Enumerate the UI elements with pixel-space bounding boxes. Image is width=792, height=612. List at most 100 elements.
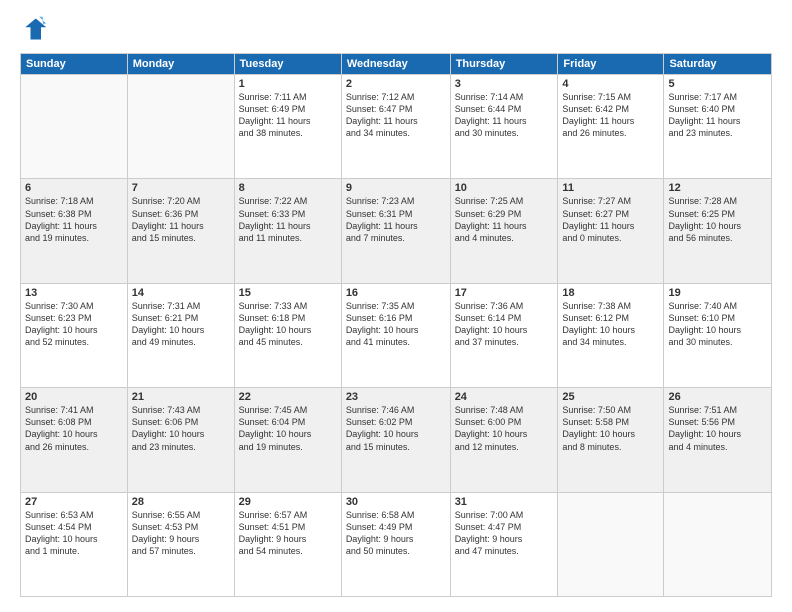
day-info: Sunrise: 7:17 AM Sunset: 6:40 PM Dayligh… <box>668 91 767 140</box>
day-info: Sunrise: 7:51 AM Sunset: 5:56 PM Dayligh… <box>668 404 767 453</box>
day-info: Sunrise: 7:40 AM Sunset: 6:10 PM Dayligh… <box>668 300 767 349</box>
calendar-cell: 2Sunrise: 7:12 AM Sunset: 6:47 PM Daylig… <box>341 75 450 179</box>
calendar-cell: 11Sunrise: 7:27 AM Sunset: 6:27 PM Dayli… <box>558 179 664 283</box>
calendar-cell: 4Sunrise: 7:15 AM Sunset: 6:42 PM Daylig… <box>558 75 664 179</box>
day-info: Sunrise: 7:43 AM Sunset: 6:06 PM Dayligh… <box>132 404 230 453</box>
day-number: 31 <box>455 496 554 508</box>
week-row-3: 13Sunrise: 7:30 AM Sunset: 6:23 PM Dayli… <box>21 283 772 387</box>
day-number: 16 <box>346 287 446 299</box>
day-number: 12 <box>668 182 767 194</box>
calendar-cell: 1Sunrise: 7:11 AM Sunset: 6:49 PM Daylig… <box>234 75 341 179</box>
day-number: 29 <box>239 496 337 508</box>
day-number: 27 <box>25 496 123 508</box>
weekday-header-saturday: Saturday <box>664 54 772 75</box>
calendar-cell: 12Sunrise: 7:28 AM Sunset: 6:25 PM Dayli… <box>664 179 772 283</box>
day-info: Sunrise: 7:18 AM Sunset: 6:38 PM Dayligh… <box>25 195 123 244</box>
day-number: 14 <box>132 287 230 299</box>
day-number: 20 <box>25 391 123 403</box>
day-number: 30 <box>346 496 446 508</box>
calendar-table: SundayMondayTuesdayWednesdayThursdayFrid… <box>20 53 772 597</box>
calendar-cell: 14Sunrise: 7:31 AM Sunset: 6:21 PM Dayli… <box>127 283 234 387</box>
day-info: Sunrise: 6:58 AM Sunset: 4:49 PM Dayligh… <box>346 509 446 558</box>
day-number: 17 <box>455 287 554 299</box>
weekday-header-friday: Friday <box>558 54 664 75</box>
logo <box>20 15 52 43</box>
day-info: Sunrise: 6:53 AM Sunset: 4:54 PM Dayligh… <box>25 509 123 558</box>
week-row-5: 27Sunrise: 6:53 AM Sunset: 4:54 PM Dayli… <box>21 492 772 596</box>
calendar-cell: 30Sunrise: 6:58 AM Sunset: 4:49 PM Dayli… <box>341 492 450 596</box>
day-info: Sunrise: 7:23 AM Sunset: 6:31 PM Dayligh… <box>346 195 446 244</box>
day-number: 22 <box>239 391 337 403</box>
calendar-cell: 28Sunrise: 6:55 AM Sunset: 4:53 PM Dayli… <box>127 492 234 596</box>
calendar-cell: 25Sunrise: 7:50 AM Sunset: 5:58 PM Dayli… <box>558 388 664 492</box>
day-number: 2 <box>346 78 446 90</box>
weekday-header-tuesday: Tuesday <box>234 54 341 75</box>
day-info: Sunrise: 7:50 AM Sunset: 5:58 PM Dayligh… <box>562 404 659 453</box>
week-row-1: 1Sunrise: 7:11 AM Sunset: 6:49 PM Daylig… <box>21 75 772 179</box>
calendar-cell: 24Sunrise: 7:48 AM Sunset: 6:00 PM Dayli… <box>450 388 558 492</box>
calendar-cell: 9Sunrise: 7:23 AM Sunset: 6:31 PM Daylig… <box>341 179 450 283</box>
day-info: Sunrise: 7:48 AM Sunset: 6:00 PM Dayligh… <box>455 404 554 453</box>
day-info: Sunrise: 7:31 AM Sunset: 6:21 PM Dayligh… <box>132 300 230 349</box>
weekday-header-thursday: Thursday <box>450 54 558 75</box>
day-info: Sunrise: 7:25 AM Sunset: 6:29 PM Dayligh… <box>455 195 554 244</box>
day-number: 7 <box>132 182 230 194</box>
calendar-cell: 29Sunrise: 6:57 AM Sunset: 4:51 PM Dayli… <box>234 492 341 596</box>
calendar-cell: 19Sunrise: 7:40 AM Sunset: 6:10 PM Dayli… <box>664 283 772 387</box>
day-number: 9 <box>346 182 446 194</box>
calendar-cell: 31Sunrise: 7:00 AM Sunset: 4:47 PM Dayli… <box>450 492 558 596</box>
day-number: 10 <box>455 182 554 194</box>
day-info: Sunrise: 7:11 AM Sunset: 6:49 PM Dayligh… <box>239 91 337 140</box>
day-info: Sunrise: 6:55 AM Sunset: 4:53 PM Dayligh… <box>132 509 230 558</box>
day-info: Sunrise: 7:12 AM Sunset: 6:47 PM Dayligh… <box>346 91 446 140</box>
day-info: Sunrise: 7:46 AM Sunset: 6:02 PM Dayligh… <box>346 404 446 453</box>
day-number: 23 <box>346 391 446 403</box>
calendar-cell: 17Sunrise: 7:36 AM Sunset: 6:14 PM Dayli… <box>450 283 558 387</box>
calendar-cell: 6Sunrise: 7:18 AM Sunset: 6:38 PM Daylig… <box>21 179 128 283</box>
day-info: Sunrise: 7:30 AM Sunset: 6:23 PM Dayligh… <box>25 300 123 349</box>
calendar-cell: 26Sunrise: 7:51 AM Sunset: 5:56 PM Dayli… <box>664 388 772 492</box>
calendar-cell <box>21 75 128 179</box>
day-number: 13 <box>25 287 123 299</box>
calendar-cell <box>558 492 664 596</box>
calendar-cell: 5Sunrise: 7:17 AM Sunset: 6:40 PM Daylig… <box>664 75 772 179</box>
calendar-cell: 16Sunrise: 7:35 AM Sunset: 6:16 PM Dayli… <box>341 283 450 387</box>
day-info: Sunrise: 7:27 AM Sunset: 6:27 PM Dayligh… <box>562 195 659 244</box>
day-number: 28 <box>132 496 230 508</box>
day-info: Sunrise: 7:15 AM Sunset: 6:42 PM Dayligh… <box>562 91 659 140</box>
calendar-cell: 23Sunrise: 7:46 AM Sunset: 6:02 PM Dayli… <box>341 388 450 492</box>
day-number: 5 <box>668 78 767 90</box>
day-number: 4 <box>562 78 659 90</box>
day-info: Sunrise: 7:35 AM Sunset: 6:16 PM Dayligh… <box>346 300 446 349</box>
day-number: 26 <box>668 391 767 403</box>
day-info: Sunrise: 7:33 AM Sunset: 6:18 PM Dayligh… <box>239 300 337 349</box>
calendar-cell: 10Sunrise: 7:25 AM Sunset: 6:29 PM Dayli… <box>450 179 558 283</box>
day-number: 1 <box>239 78 337 90</box>
day-info: Sunrise: 6:57 AM Sunset: 4:51 PM Dayligh… <box>239 509 337 558</box>
day-number: 8 <box>239 182 337 194</box>
day-number: 21 <box>132 391 230 403</box>
logo-icon <box>20 15 48 43</box>
header <box>20 15 772 43</box>
calendar-cell: 18Sunrise: 7:38 AM Sunset: 6:12 PM Dayli… <box>558 283 664 387</box>
day-info: Sunrise: 7:22 AM Sunset: 6:33 PM Dayligh… <box>239 195 337 244</box>
day-info: Sunrise: 7:36 AM Sunset: 6:14 PM Dayligh… <box>455 300 554 349</box>
week-row-4: 20Sunrise: 7:41 AM Sunset: 6:08 PM Dayli… <box>21 388 772 492</box>
calendar-cell: 20Sunrise: 7:41 AM Sunset: 6:08 PM Dayli… <box>21 388 128 492</box>
day-number: 18 <box>562 287 659 299</box>
day-info: Sunrise: 7:38 AM Sunset: 6:12 PM Dayligh… <box>562 300 659 349</box>
calendar-cell: 8Sunrise: 7:22 AM Sunset: 6:33 PM Daylig… <box>234 179 341 283</box>
weekday-header-row: SundayMondayTuesdayWednesdayThursdayFrid… <box>21 54 772 75</box>
calendar-cell: 22Sunrise: 7:45 AM Sunset: 6:04 PM Dayli… <box>234 388 341 492</box>
calendar-cell: 21Sunrise: 7:43 AM Sunset: 6:06 PM Dayli… <box>127 388 234 492</box>
day-number: 15 <box>239 287 337 299</box>
calendar-cell <box>127 75 234 179</box>
day-number: 3 <box>455 78 554 90</box>
calendar-cell: 13Sunrise: 7:30 AM Sunset: 6:23 PM Dayli… <box>21 283 128 387</box>
page: SundayMondayTuesdayWednesdayThursdayFrid… <box>0 0 792 612</box>
day-info: Sunrise: 7:41 AM Sunset: 6:08 PM Dayligh… <box>25 404 123 453</box>
week-row-2: 6Sunrise: 7:18 AM Sunset: 6:38 PM Daylig… <box>21 179 772 283</box>
day-number: 25 <box>562 391 659 403</box>
day-number: 24 <box>455 391 554 403</box>
day-number: 19 <box>668 287 767 299</box>
